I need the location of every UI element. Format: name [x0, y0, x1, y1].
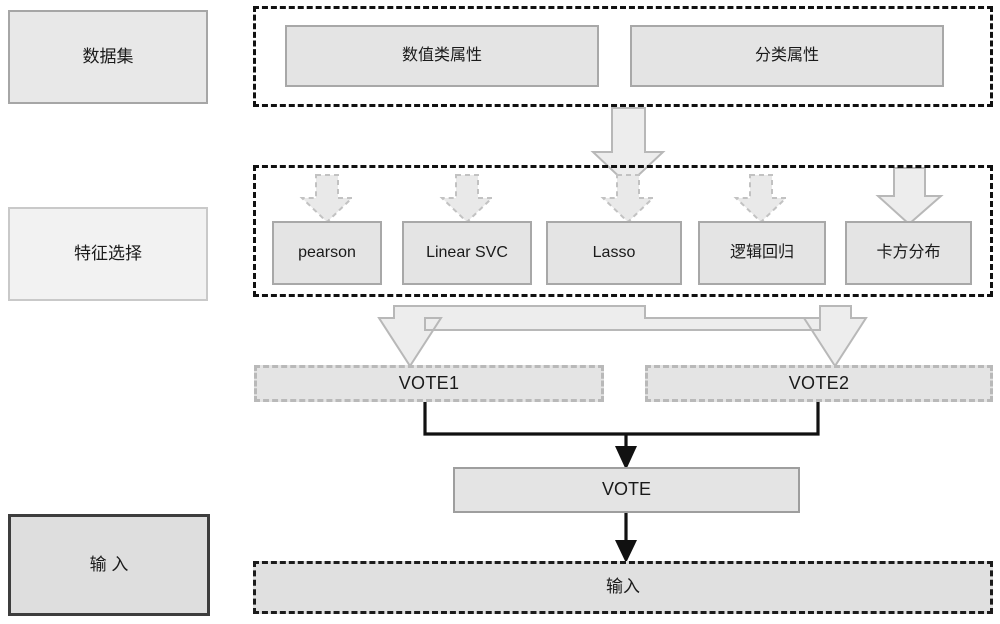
selector-logistic: 逻辑回归 — [698, 221, 826, 285]
vote1-label: VOTE1 — [398, 372, 460, 393]
selector-chi-square-label: 卡方分布 — [876, 244, 941, 262]
attribute-categorical-label: 分类属性 — [754, 47, 819, 65]
attribute-numeric-label: 数值类属性 — [401, 47, 482, 65]
vote2-label: VOTE2 — [788, 372, 850, 393]
connector-votes-to-vote — [423, 402, 820, 436]
stage-dataset: 数据集 — [8, 10, 208, 104]
block-arrow-fork-to-votes — [377, 305, 868, 368]
vote2-bar: VOTE2 — [645, 365, 993, 402]
final-output-label: 输入 — [606, 577, 640, 597]
selector-linear-svc-label: Linear SVC — [426, 244, 508, 262]
attribute-numeric: 数值类属性 — [285, 25, 599, 87]
stage-feature-selection-label: 特征选择 — [74, 243, 142, 263]
selector-pearson: pearson — [272, 221, 382, 285]
diagram-canvas: 数据集 特征选择 输 入 数值类属性 分类属性 pearson Linear S… — [0, 0, 1000, 624]
final-output-bar: 输入 — [253, 561, 993, 614]
vote1-bar: VOTE1 — [254, 365, 604, 402]
vote-bar: VOTE — [453, 467, 800, 513]
stage-dataset-label: 数据集 — [82, 46, 134, 66]
stage-output-label: 输 入 — [89, 554, 129, 574]
attribute-categorical: 分类属性 — [630, 25, 944, 87]
arrowhead-to-output — [615, 540, 637, 563]
stage-output: 输 入 — [8, 514, 210, 616]
selector-logistic-label: 逻辑回归 — [729, 244, 794, 262]
selector-linear-svc: Linear SVC — [402, 221, 532, 285]
selector-lasso: Lasso — [546, 221, 682, 285]
vote-label: VOTE — [601, 479, 651, 500]
selector-chi-square: 卡方分布 — [845, 221, 972, 285]
selector-pearson-label: pearson — [298, 244, 356, 262]
selector-lasso-label: Lasso — [592, 244, 636, 262]
stage-feature-selection: 特征选择 — [8, 207, 208, 301]
